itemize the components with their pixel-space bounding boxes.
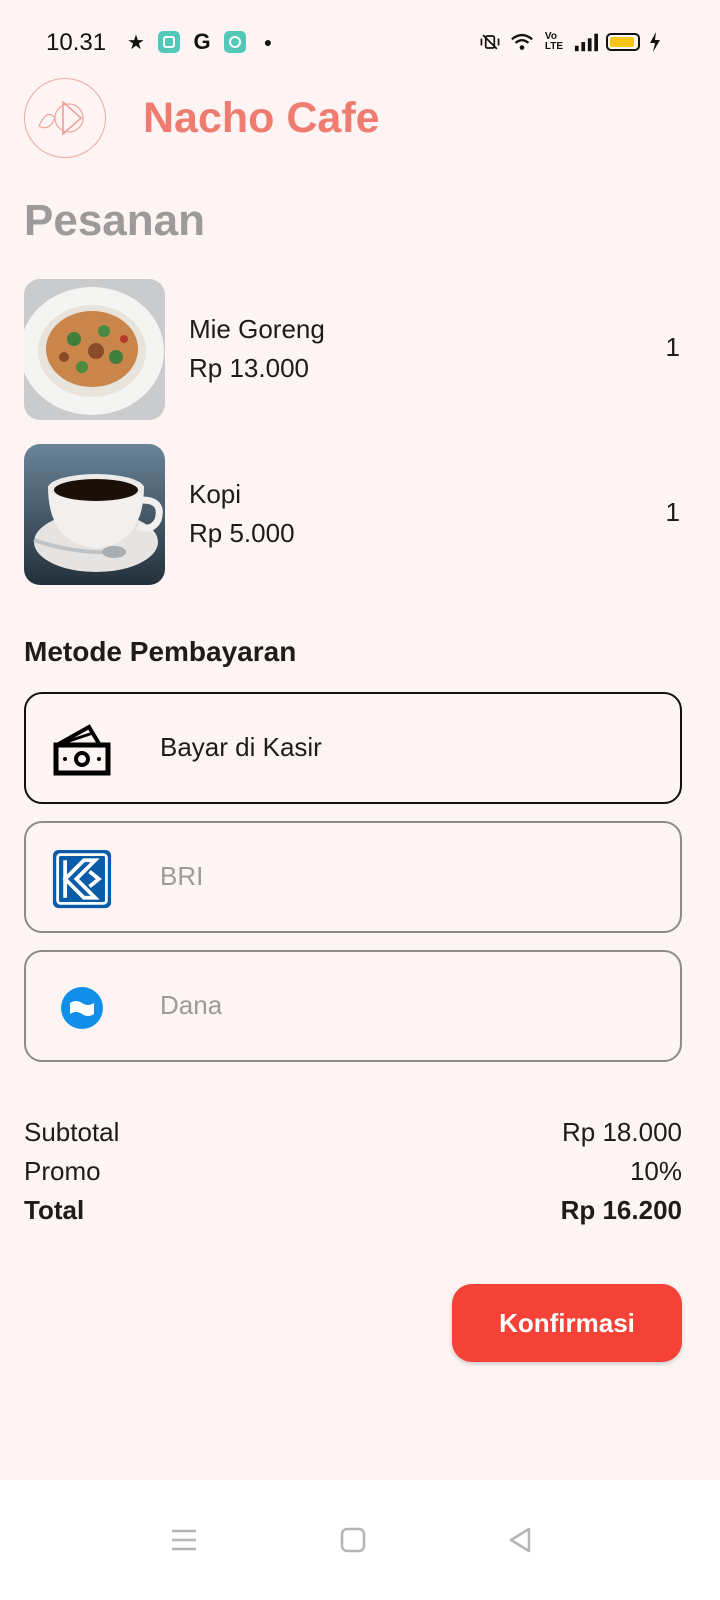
- app2-icon: [224, 31, 246, 53]
- status-bar: 10.31 ★ G ● Vo LTE: [0, 0, 720, 86]
- orders-section-title: Pesanan: [24, 196, 205, 245]
- play-logo-icon: [24, 78, 106, 158]
- payment-option-label: Bayar di Kasir: [160, 732, 322, 762]
- google-icon: G: [193, 29, 211, 54]
- total-value: Rp 16.200: [560, 1195, 682, 1225]
- payment-option-cashier[interactable]: Bayar di Kasir: [24, 692, 682, 804]
- dana-logo-icon: [52, 978, 112, 1038]
- app-header: Nacho Cafe: [24, 78, 380, 158]
- charging-icon: [648, 30, 662, 54]
- volte-icon: Vo LTE: [544, 31, 564, 52]
- subtotal-value: Rp 18.000: [562, 1117, 682, 1147]
- total-label: Total: [24, 1195, 85, 1225]
- list-item: Mie Goreng Rp 13.000 1: [24, 278, 684, 420]
- order-item-price: Rp 5.000: [189, 518, 295, 548]
- promo-label: Promo: [24, 1156, 101, 1186]
- status-time: 10.31: [46, 29, 107, 56]
- list-item: Kopi Rp 5.000 1: [24, 443, 684, 585]
- confirm-button[interactable]: Konfirmasi: [452, 1284, 682, 1362]
- payment-section-title: Metode Pembayaran: [24, 636, 297, 667]
- cash-icon: [52, 720, 112, 780]
- bri-logo-icon: [52, 849, 112, 909]
- order-item-name: Kopi: [189, 479, 242, 509]
- order-list: Mie Goreng Rp 13.000 1 Kopi Rp 5.000 1: [24, 278, 684, 608]
- payment-option-label: BRI: [160, 861, 204, 891]
- order-item-name: Mie Goreng: [189, 314, 325, 344]
- wifi-icon: [510, 30, 534, 54]
- promo-row: Promo 10%: [24, 1152, 682, 1191]
- battery-icon: [606, 33, 640, 51]
- menu-icon[interactable]: [164, 1520, 204, 1560]
- payment-option-dana[interactable]: Dana: [24, 950, 682, 1062]
- app-title: Nacho Cafe: [143, 93, 380, 142]
- vibrate-icon: [478, 30, 502, 54]
- subtotal-label: Subtotal: [24, 1117, 120, 1147]
- payment-option-label: Dana: [160, 990, 223, 1020]
- payment-option-bri[interactable]: BRI: [24, 821, 682, 933]
- order-item-qty: 1: [665, 497, 680, 527]
- signal-icon: [574, 30, 598, 54]
- back-icon[interactable]: [500, 1520, 540, 1560]
- coffee-cup-photo: [24, 443, 165, 585]
- total-row: Total Rp 16.200: [24, 1191, 682, 1230]
- order-item-qty: 1: [665, 332, 680, 362]
- order-item-price: Rp 13.000: [189, 353, 309, 383]
- system-nav-bar: [0, 1480, 720, 1600]
- app-icon: [158, 31, 180, 53]
- fried-noodles-photo: [24, 278, 165, 420]
- payment-options: Bayar di Kasir BRI Dana: [24, 692, 682, 1079]
- home-icon[interactable]: [333, 1520, 373, 1560]
- promo-value: 10%: [629, 1156, 682, 1186]
- star-icon: ★: [127, 31, 145, 54]
- subtotal-row: Subtotal Rp 18.000: [24, 1113, 682, 1152]
- dot-icon: ●: [263, 34, 273, 50]
- order-summary: Subtotal Rp 18.000 Promo 10% Total Rp 16…: [24, 1113, 682, 1230]
